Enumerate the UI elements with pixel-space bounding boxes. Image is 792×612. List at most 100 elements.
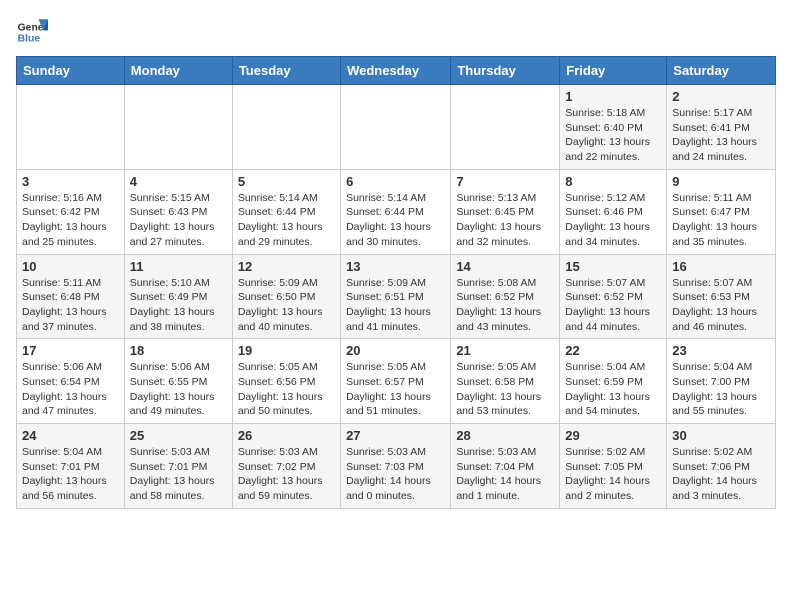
day-number: 11 — [130, 259, 227, 274]
day-info: Sunrise: 5:06 AM Sunset: 6:54 PM Dayligh… — [22, 360, 119, 419]
day-cell: 12Sunrise: 5:09 AM Sunset: 6:50 PM Dayli… — [232, 254, 340, 339]
day-info: Sunrise: 5:04 AM Sunset: 6:59 PM Dayligh… — [565, 360, 661, 419]
day-info: Sunrise: 5:03 AM Sunset: 7:03 PM Dayligh… — [346, 445, 445, 504]
day-number: 2 — [672, 89, 770, 104]
day-cell: 17 Sunrise: 5:06 AM Sunset: 6:54 PM Dayli… — [17, 339, 125, 424]
day-info: Sunrise: 5:13 AM Sunset: 6:45 PM Dayligh… — [456, 191, 554, 250]
day-cell: 24 Sunrise: 5:04 AM Sunset: 7:01 PM Dayli… — [17, 424, 125, 509]
day-number: 7 — [456, 174, 554, 189]
day-number: 26 — [238, 428, 335, 443]
day-cell: 8 Sunrise: 5:12 AM Sunset: 6:46 PM Daylig… — [560, 169, 667, 254]
day-number: 9 — [672, 174, 770, 189]
day-number: 25 — [130, 428, 227, 443]
header-cell-tuesday: Tuesday — [232, 57, 340, 85]
day-info: Sunrise: 5:04 AM Sunset: 7:01 PM Dayligh… — [22, 445, 119, 504]
week-row-3: 17 Sunrise: 5:06 AM Sunset: 6:54 PM Dayli… — [17, 339, 776, 424]
day-cell: 13Sunrise: 5:09 AM Sunset: 6:51 PM Dayli… — [341, 254, 451, 339]
day-number: 24 — [22, 428, 119, 443]
day-cell: 5 Sunrise: 5:14 AM Sunset: 6:44 PM Daylig… — [232, 169, 340, 254]
day-cell: 10Sunrise: 5:11 AM Sunset: 6:48 PM Dayli… — [17, 254, 125, 339]
day-cell: 25 Sunrise: 5:03 AM Sunset: 7:01 PM Dayli… — [124, 424, 232, 509]
day-info: Sunrise: 5:03 AM Sunset: 7:04 PM Dayligh… — [456, 445, 554, 504]
day-cell: 20Sunrise: 5:05 AM Sunset: 6:57 PM Dayli… — [341, 339, 451, 424]
header-cell-monday: Monday — [124, 57, 232, 85]
day-info: Sunrise: 5:11 AM Sunset: 6:47 PM Dayligh… — [672, 191, 770, 250]
day-number: 8 — [565, 174, 661, 189]
day-cell — [17, 85, 125, 170]
day-info: Sunrise: 5:14 AM Sunset: 6:44 PM Dayligh… — [346, 191, 445, 250]
day-number: 16 — [672, 259, 770, 274]
svg-text:Blue: Blue — [18, 34, 41, 45]
day-number: 10 — [22, 259, 119, 274]
day-cell: 9 Sunrise: 5:11 AM Sunset: 6:47 PM Daylig… — [667, 169, 776, 254]
week-row-4: 24 Sunrise: 5:04 AM Sunset: 7:01 PM Dayli… — [17, 424, 776, 509]
day-cell: 27Sunrise: 5:03 AM Sunset: 7:03 PM Dayli… — [341, 424, 451, 509]
calendar-table: SundayMondayTuesdayWednesdayThursdayFrid… — [16, 56, 776, 509]
day-cell: 15Sunrise: 5:07 AM Sunset: 6:52 PM Dayli… — [560, 254, 667, 339]
day-number: 29 — [565, 428, 661, 443]
day-info: Sunrise: 5:03 AM Sunset: 7:01 PM Dayligh… — [130, 445, 227, 504]
day-number: 1 — [565, 89, 661, 104]
day-info: Sunrise: 5:17 AM Sunset: 6:41 PM Dayligh… — [672, 106, 770, 165]
day-cell — [451, 85, 560, 170]
day-info: Sunrise: 5:09 AM Sunset: 6:50 PM Dayligh… — [238, 276, 335, 335]
week-row-0: 1 Sunrise: 5:18 AM Sunset: 6:40 PM Daylig… — [17, 85, 776, 170]
day-number: 22 — [565, 343, 661, 358]
day-cell: 3 Sunrise: 5:16 AM Sunset: 6:42 PM Daylig… — [17, 169, 125, 254]
header-cell-friday: Friday — [560, 57, 667, 85]
logo-icon: General Blue — [16, 16, 48, 48]
day-number: 28 — [456, 428, 554, 443]
day-cell: 30 Sunrise: 5:02 AM Sunset: 7:06 PM Dayli… — [667, 424, 776, 509]
day-cell: 1 Sunrise: 5:18 AM Sunset: 6:40 PM Daylig… — [560, 85, 667, 170]
day-info: Sunrise: 5:02 AM Sunset: 7:06 PM Dayligh… — [672, 445, 770, 504]
day-number: 5 — [238, 174, 335, 189]
header-cell-wednesday: Wednesday — [341, 57, 451, 85]
day-number: 14 — [456, 259, 554, 274]
day-number: 4 — [130, 174, 227, 189]
day-info: Sunrise: 5:08 AM Sunset: 6:52 PM Dayligh… — [456, 276, 554, 335]
day-info: Sunrise: 5:02 AM Sunset: 7:05 PM Dayligh… — [565, 445, 661, 504]
header: General Blue — [16, 16, 776, 48]
day-number: 23 — [672, 343, 770, 358]
week-row-2: 10Sunrise: 5:11 AM Sunset: 6:48 PM Dayli… — [17, 254, 776, 339]
day-number: 18 — [130, 343, 227, 358]
day-info: Sunrise: 5:05 AM Sunset: 6:56 PM Dayligh… — [238, 360, 335, 419]
logo: General Blue — [16, 16, 48, 48]
day-info: Sunrise: 5:12 AM Sunset: 6:46 PM Dayligh… — [565, 191, 661, 250]
day-cell: 4 Sunrise: 5:15 AM Sunset: 6:43 PM Daylig… — [124, 169, 232, 254]
day-info: Sunrise: 5:05 AM Sunset: 6:57 PM Dayligh… — [346, 360, 445, 419]
day-info: Sunrise: 5:04 AM Sunset: 7:00 PM Dayligh… — [672, 360, 770, 419]
day-cell: 2 Sunrise: 5:17 AM Sunset: 6:41 PM Daylig… — [667, 85, 776, 170]
day-number: 19 — [238, 343, 335, 358]
day-info: Sunrise: 5:14 AM Sunset: 6:44 PM Dayligh… — [238, 191, 335, 250]
day-number: 15 — [565, 259, 661, 274]
day-cell: 6 Sunrise: 5:14 AM Sunset: 6:44 PM Daylig… — [341, 169, 451, 254]
day-info: Sunrise: 5:07 AM Sunset: 6:53 PM Dayligh… — [672, 276, 770, 335]
day-info: Sunrise: 5:16 AM Sunset: 6:42 PM Dayligh… — [22, 191, 119, 250]
day-cell: 18 Sunrise: 5:06 AM Sunset: 6:55 PM Dayli… — [124, 339, 232, 424]
day-cell: 28 Sunrise: 5:03 AM Sunset: 7:04 PM Dayli… — [451, 424, 560, 509]
day-info: Sunrise: 5:06 AM Sunset: 6:55 PM Dayligh… — [130, 360, 227, 419]
day-number: 6 — [346, 174, 445, 189]
day-cell: 11 Sunrise: 5:10 AM Sunset: 6:49 PM Dayli… — [124, 254, 232, 339]
day-cell — [124, 85, 232, 170]
day-cell: 26Sunrise: 5:03 AM Sunset: 7:02 PM Dayli… — [232, 424, 340, 509]
header-cell-thursday: Thursday — [451, 57, 560, 85]
day-number: 3 — [22, 174, 119, 189]
day-number: 30 — [672, 428, 770, 443]
calendar-header-row: SundayMondayTuesdayWednesdayThursdayFrid… — [17, 57, 776, 85]
day-cell: 14 Sunrise: 5:08 AM Sunset: 6:52 PM Dayli… — [451, 254, 560, 339]
header-cell-saturday: Saturday — [667, 57, 776, 85]
day-info: Sunrise: 5:09 AM Sunset: 6:51 PM Dayligh… — [346, 276, 445, 335]
week-row-1: 3 Sunrise: 5:16 AM Sunset: 6:42 PM Daylig… — [17, 169, 776, 254]
day-number: 17 — [22, 343, 119, 358]
day-cell: 21Sunrise: 5:05 AM Sunset: 6:58 PM Dayli… — [451, 339, 560, 424]
day-info: Sunrise: 5:15 AM Sunset: 6:43 PM Dayligh… — [130, 191, 227, 250]
day-cell — [341, 85, 451, 170]
day-cell: 19 Sunrise: 5:05 AM Sunset: 6:56 PM Dayli… — [232, 339, 340, 424]
day-info: Sunrise: 5:18 AM Sunset: 6:40 PM Dayligh… — [565, 106, 661, 165]
day-cell: 22 Sunrise: 5:04 AM Sunset: 6:59 PM Dayli… — [560, 339, 667, 424]
day-info: Sunrise: 5:10 AM Sunset: 6:49 PM Dayligh… — [130, 276, 227, 335]
header-cell-sunday: Sunday — [17, 57, 125, 85]
day-cell: 7 Sunrise: 5:13 AM Sunset: 6:45 PM Daylig… — [451, 169, 560, 254]
